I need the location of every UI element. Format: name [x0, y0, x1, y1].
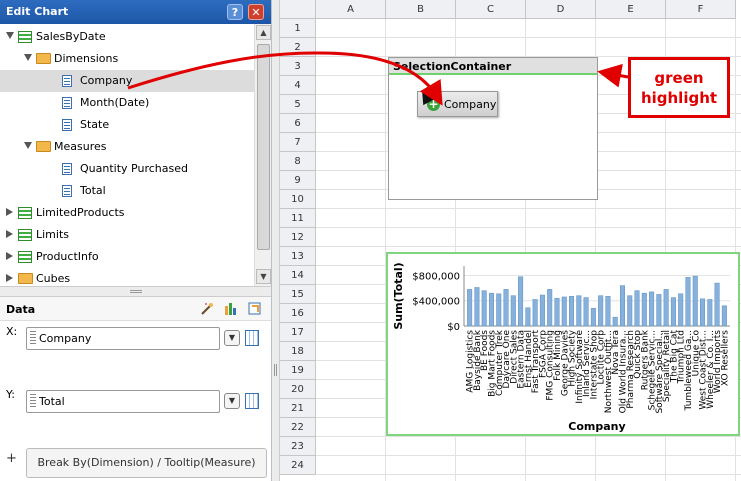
- callout-line2: highlight: [640, 89, 718, 107]
- callout-arrow: [597, 63, 629, 88]
- drag-arrow: [127, 51, 443, 106]
- callout-line1: green: [654, 69, 704, 87]
- annotation-callout: green highlight: [628, 57, 730, 118]
